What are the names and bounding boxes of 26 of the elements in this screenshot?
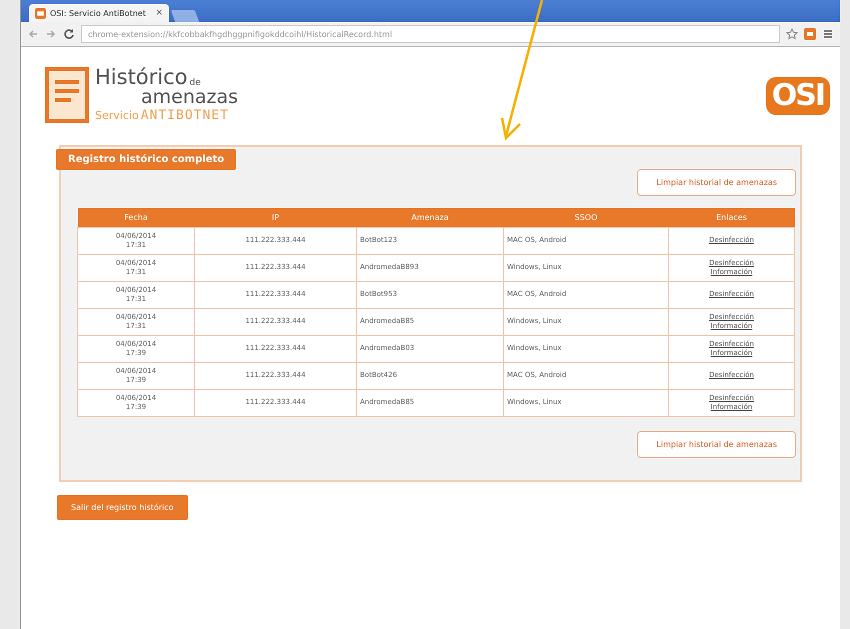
column-header: SSOO xyxy=(504,208,668,228)
forward-icon[interactable] xyxy=(45,28,57,40)
column-header: Amenaza xyxy=(356,208,504,228)
star-icon[interactable] xyxy=(786,28,798,40)
browser-tab[interactable]: OSI: Servicio AntiBotnet × xyxy=(29,4,169,22)
clear-history-button[interactable]: Limpiar historial de amenazas xyxy=(637,169,796,196)
new-tab-button[interactable] xyxy=(170,10,200,22)
close-tab-button[interactable]: × xyxy=(155,8,163,18)
document-icon xyxy=(45,67,89,123)
title-text: de xyxy=(190,79,201,88)
favicon-icon xyxy=(35,8,46,18)
reload-icon[interactable] xyxy=(63,28,75,40)
service-label: Servicio xyxy=(95,110,139,121)
title-text: Histórico xyxy=(95,67,188,88)
panel-title: Registro histórico completo xyxy=(56,149,236,170)
back-icon[interactable] xyxy=(27,28,39,40)
menu-icon[interactable] xyxy=(822,28,834,40)
column-header: IP xyxy=(194,208,356,228)
extension-icon[interactable] xyxy=(804,28,816,40)
column-header: Fecha xyxy=(78,208,194,228)
column-header: Enlaces xyxy=(668,208,794,228)
brand-logo: OSI xyxy=(766,77,830,115)
service-name: ANTIBOTNET xyxy=(140,109,229,122)
clear-history-button[interactable]: Limpiar historial de amenazas xyxy=(637,431,796,458)
tab-title: OSI: Servicio AntiBotnet xyxy=(50,8,147,18)
title-text: amenazas xyxy=(140,88,238,107)
